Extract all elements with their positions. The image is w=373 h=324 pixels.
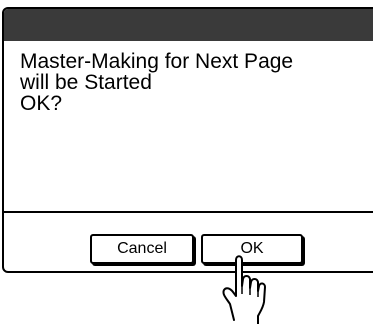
dialog-message: Master-Making for Next Page will be Star… — [20, 50, 294, 115]
hand-pointer-icon — [222, 255, 266, 324]
dialog-title-bar — [4, 9, 373, 41]
cancel-button[interactable]: Cancel — [90, 234, 194, 264]
dialog-divider — [4, 211, 373, 213]
